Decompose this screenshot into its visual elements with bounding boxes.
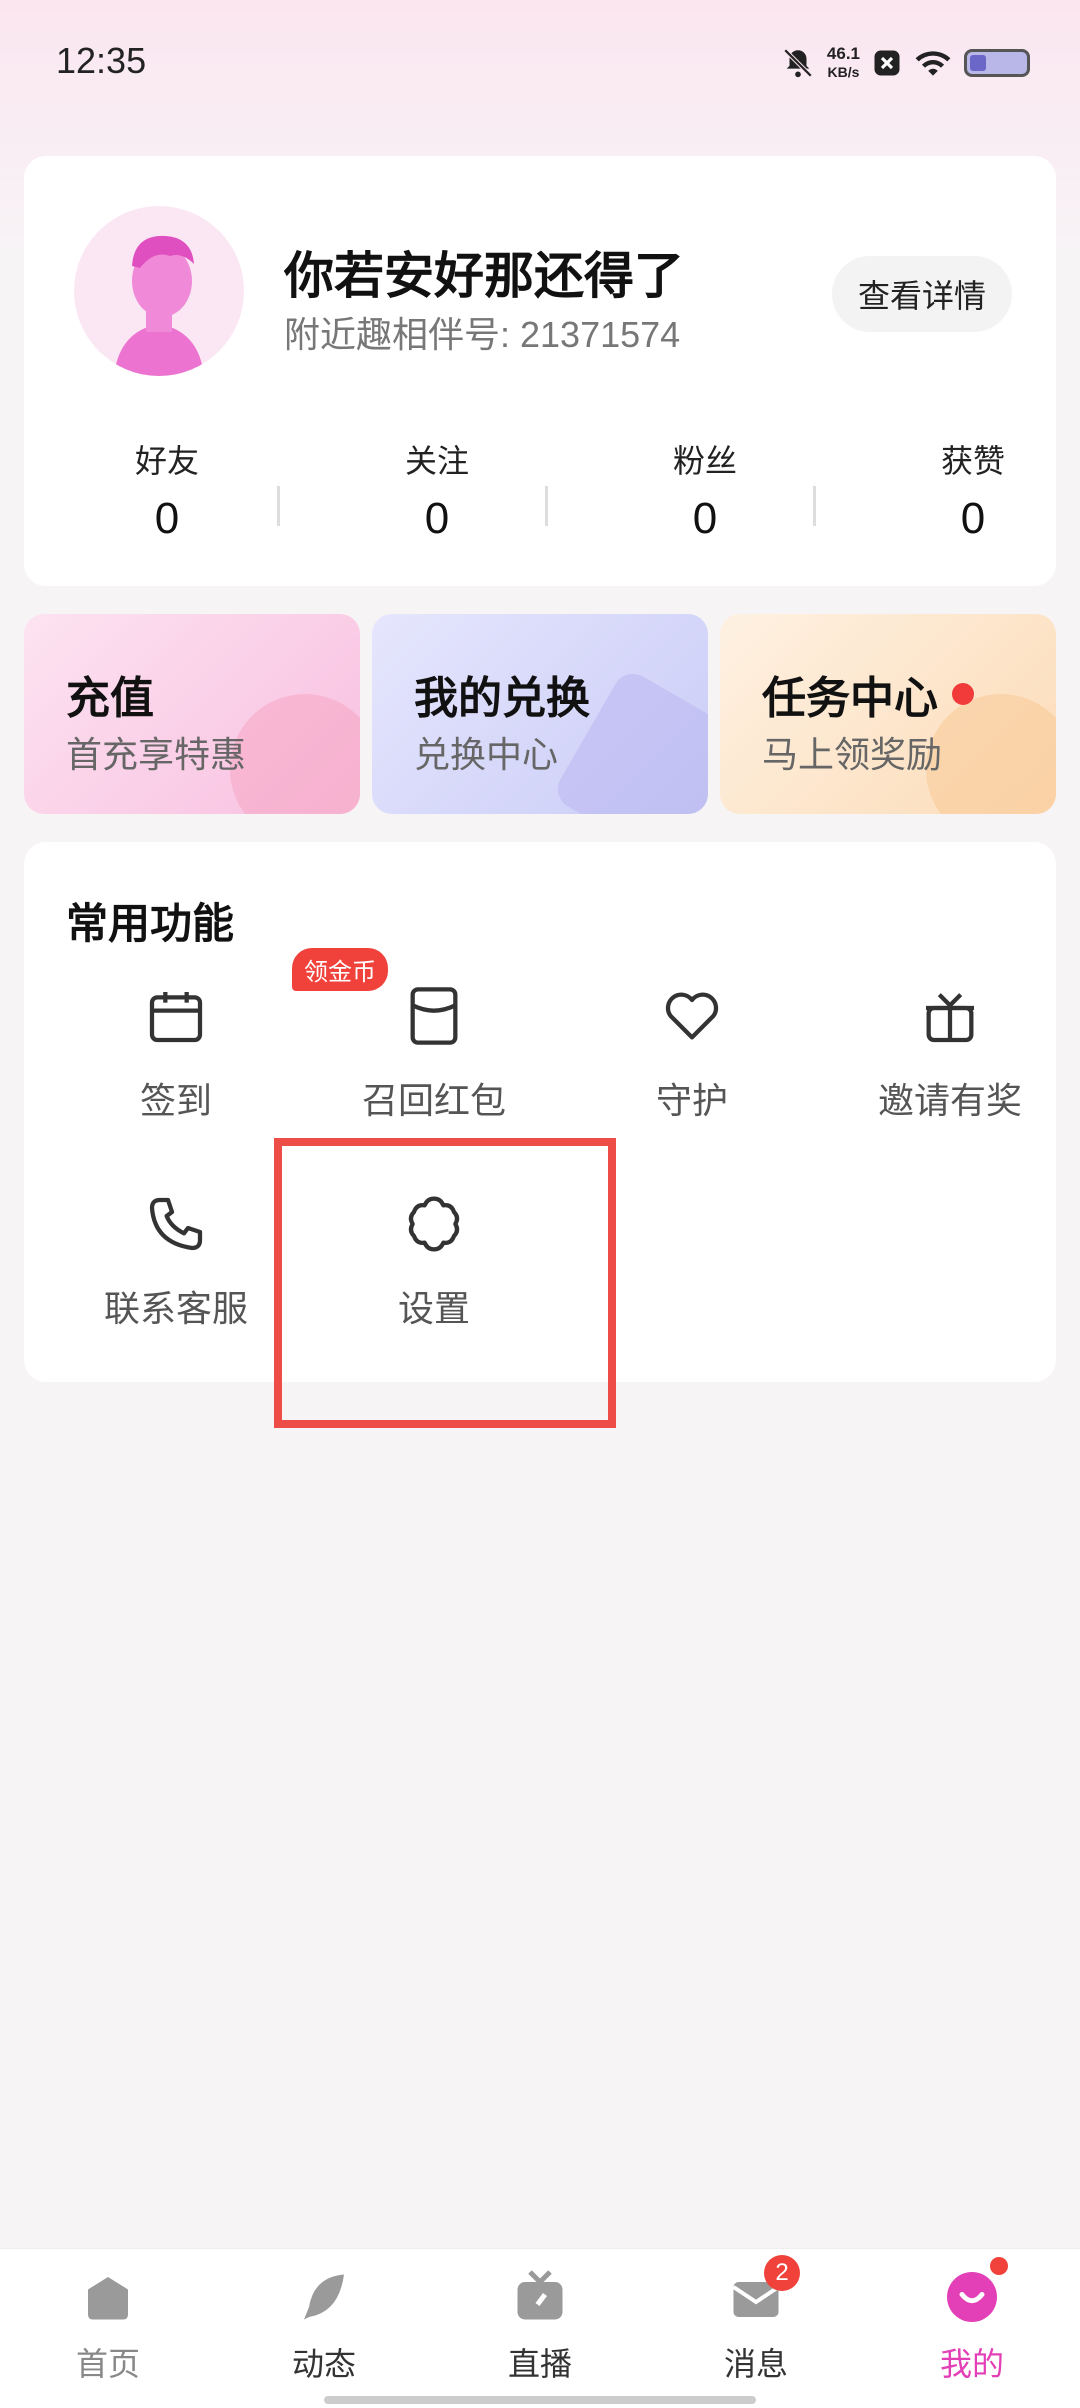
phone-icon: [144, 1192, 208, 1256]
home-indicator[interactable]: [324, 2396, 756, 2404]
promo-title-text: 任务中心: [762, 674, 938, 723]
battery-icon: [964, 49, 1030, 77]
view-details-button[interactable]: 查看详情: [832, 256, 1012, 332]
feature-label: 签到: [139, 1080, 212, 1121]
stats-row: 好友 0 关注 0 粉丝 0 获赞 0: [24, 436, 1056, 546]
common-features-card: 常用功能 领金币 签到 召回红包 守护 邀请有奖 联系客服 设置: [24, 842, 1056, 1382]
net-speed: 46.1 KB/s: [827, 45, 860, 81]
settings-icon: [402, 1192, 466, 1256]
feature-label: 邀请有奖: [877, 1080, 1022, 1121]
feature-label: 守护: [655, 1080, 728, 1121]
feature-settings[interactable]: 设置: [314, 1192, 554, 1332]
feature-recall-red-packet[interactable]: 召回红包: [314, 984, 554, 1124]
feature-label: 联系客服: [103, 1288, 248, 1329]
user-id-label: 附近趣相伴号:: [284, 314, 521, 355]
bell-off-icon: [783, 48, 813, 78]
feather-icon: [294, 2267, 354, 2327]
feature-invite-reward[interactable]: 邀请有奖: [830, 984, 1070, 1124]
divider: [813, 486, 816, 526]
nav-messages[interactable]: 2 消息: [648, 2255, 864, 2385]
unread-badge: 2: [764, 2255, 800, 2291]
nav-label: 我的: [939, 2346, 1004, 2382]
stat-label: 粉丝: [672, 443, 737, 479]
feature-label: 召回红包: [361, 1080, 506, 1121]
nav-label: 首页: [75, 2346, 140, 2382]
promo-title: 充值: [66, 674, 154, 723]
stat-value: 0: [154, 494, 180, 543]
status-bar: 12:35 46.1 KB/s: [0, 0, 1080, 120]
section-title: 常用功能: [66, 900, 235, 947]
me-icon: [942, 2257, 1008, 2327]
coin-deco-icon: [230, 694, 360, 814]
avatar-figure-icon: [114, 235, 204, 376]
net-speed-value: 46.1: [826, 44, 860, 63]
task-center-card[interactable]: 任务中心 马上领奖励: [720, 614, 1056, 814]
tv-icon: [510, 2267, 570, 2327]
bottom-nav: 首页 动态 直播 2 消息 我的: [0, 2248, 1080, 2408]
recharge-card[interactable]: 充值 首充享特惠: [24, 614, 360, 814]
calendar-icon: 领金币: [144, 948, 388, 1048]
home-icon: [78, 2267, 138, 2327]
gift-icon: [918, 984, 982, 1048]
nav-live[interactable]: 直播: [432, 2267, 648, 2385]
status-time: 12:35: [56, 40, 147, 81]
promo-subtitle: 首充享特惠: [66, 734, 247, 775]
user-id: 附近趣相伴号: 21371574: [284, 306, 680, 358]
nav-me[interactable]: 我的: [864, 2257, 1080, 2385]
promo-subtitle: 马上领奖励: [762, 734, 943, 775]
profile-card: 你若安好那还得了 附近趣相伴号: 21371574 查看详情 好友 0 关注 0…: [24, 156, 1056, 586]
nav-home[interactable]: 首页: [0, 2267, 216, 2385]
divider: [277, 486, 280, 526]
feature-guard[interactable]: 守护: [572, 984, 812, 1124]
stat-following[interactable]: 关注 0: [357, 436, 517, 544]
stat-label: 好友: [134, 443, 199, 479]
close-box-icon: [874, 50, 900, 76]
stat-value: 0: [960, 494, 986, 543]
notification-dot: [990, 2257, 1008, 2275]
mail-icon: 2: [726, 2255, 800, 2327]
heart-icon: [660, 984, 724, 1048]
promo-subtitle: 兑换中心: [414, 734, 559, 775]
feature-contact-support[interactable]: 联系客服: [56, 1192, 296, 1332]
stat-friends[interactable]: 好友 0: [87, 436, 247, 544]
net-speed-unit: KB/s: [827, 64, 860, 80]
stat-label: 获赞: [940, 443, 1005, 479]
divider: [545, 486, 548, 526]
username: 你若安好那还得了: [284, 248, 684, 304]
feature-checkin[interactable]: 领金币 签到: [56, 948, 388, 1124]
wifi-icon: [915, 51, 951, 76]
exchange-card[interactable]: 我的兑换 兑换中心: [372, 614, 708, 814]
nav-label: 直播: [507, 2346, 572, 2382]
stat-value: 0: [692, 494, 718, 543]
feature-label: 设置: [397, 1288, 470, 1329]
promo-title: 我的兑换: [414, 674, 590, 723]
avatar[interactable]: [74, 206, 244, 376]
notification-dot: [952, 683, 974, 705]
red-packet-icon: [402, 984, 466, 1048]
nav-label: 动态: [291, 2346, 356, 2382]
stat-value: 0: [424, 494, 450, 543]
stat-fans[interactable]: 粉丝 0: [625, 436, 785, 544]
nav-moments[interactable]: 动态: [216, 2267, 432, 2385]
stat-likes[interactable]: 获赞 0: [893, 436, 1053, 544]
nav-label: 消息: [723, 2346, 788, 2382]
status-icons: 46.1 KB/s: [781, 40, 1030, 86]
promo-title: 任务中心: [762, 662, 974, 726]
user-id-value: 21371574: [520, 314, 681, 355]
stat-label: 关注: [404, 443, 469, 479]
